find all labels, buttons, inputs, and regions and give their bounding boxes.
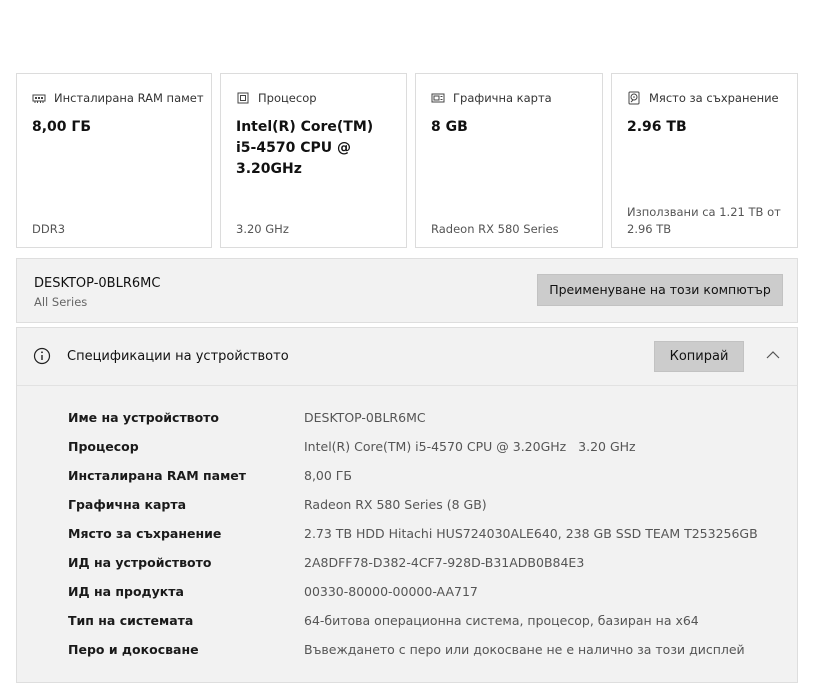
spec-label: Име на устройството [68,410,220,425]
spec-label: ИД на устройството [68,555,212,570]
card-value: Intel(R) Core(TM) i5-4570 CPU @ 3.20GHz [236,119,374,177]
card-graphics: Графична карта 8 GB Radeon RX 580 Series [415,73,603,248]
storage-icon [628,91,640,105]
chevron-up-icon[interactable] [765,350,781,360]
spec-row-ram: Инсталирана RAM памет 8,00 ГБ [17,468,797,488]
spec-value: 8,00 ГБ [304,468,353,483]
processor-icon [237,92,249,104]
spec-label: Графична карта [68,497,187,512]
card-storage: Място за съхранение 2.96 TB Използвани с… [611,73,798,248]
card-value: 8 GB [431,119,468,135]
device-specs-title: Спецификации на устройството [67,349,289,364]
card-footer: DDR3 [32,222,66,236]
card-title: Място за съхранение [649,91,779,105]
device-specs-header[interactable]: Спецификации на устройството Копирай [17,328,797,386]
spec-row-device-name: Име на устройството DESKTOP-0BLR6MC [17,410,797,430]
spec-value: 64-битова операционна система, процесор,… [304,613,699,628]
spec-label: Процесор [68,439,139,454]
spec-row-processor: Процесор Intel(R) Core(TM) i5-4570 CPU @… [17,439,797,459]
spec-label: Тип на системата [68,613,194,628]
device-specs-panel: Спецификации на устройството Копирай Име… [16,327,798,683]
spec-row-device-id: ИД на устройството 2A8DFF78-D382-4CF7-92… [17,555,797,575]
card-title: Графична карта [453,91,552,105]
computer-model: All Series [34,295,88,309]
spec-label: Перо и докосване [68,642,199,657]
spec-row-system-type: Тип на системата 64-битова операционна с… [17,613,797,633]
copy-button[interactable]: Копирай [654,341,744,372]
card-footer: Radeon RX 580 Series [431,222,559,236]
spec-label: Място за съхранение [68,526,222,541]
card-footer: Използвани са 1.21 TB от 2.96 TB [627,205,781,236]
computer-name: DESKTOP-0BLR6MC [34,276,161,291]
ram-icon [32,94,46,103]
card-value: 2.96 TB [627,119,687,135]
card-title: Процесор [258,91,317,105]
spec-label: Инсталирана RAM памет [68,468,247,483]
spec-value: Въвеждането с перо или докосване не е на… [304,642,745,657]
spec-cards: Инсталирана RAM памет 8,00 ГБ DDR3 Проце… [16,73,798,250]
card-processor: Процесор Intel(R) Core(TM) i5-4570 CPU @… [220,73,407,248]
spec-value: Intel(R) Core(TM) i5-4570 CPU @ 3.20GHz … [304,439,636,454]
about-page: Инсталирана RAM памет 8,00 ГБ DDR3 Проце… [0,0,813,683]
card-ram: Инсталирана RAM памет 8,00 ГБ DDR3 [16,73,212,248]
spec-value: 2A8DFF78-D382-4CF7-928D-B31ADB0B84E3 [304,555,585,570]
spec-value: 2.73 TB HDD Hitachi HUS724030ALE640, 238… [304,526,758,541]
spec-value: DESKTOP-0BLR6MC [304,410,426,425]
spec-label: ИД на продукта [68,584,184,599]
graphics-card-icon [431,93,445,103]
card-value: 8,00 ГБ [32,119,92,135]
card-footer: 3.20 GHz [236,222,289,236]
spec-row-storage: Място за съхранение 2.73 TB HDD Hitachi … [17,526,797,546]
spec-row-graphics: Графична карта Radeon RX 580 Series (8 G… [17,497,797,517]
info-icon [33,347,51,365]
computer-name-bar: DESKTOP-0BLR6MC All Series Преименуване … [16,258,798,323]
spec-row-pen-touch: Перо и докосване Въвеждането с перо или … [17,642,797,662]
card-title: Инсталирана RAM памет [54,91,204,105]
spec-row-product-id: ИД на продукта 00330-80000-00000-AA717 [17,584,797,604]
spec-value: 00330-80000-00000-AA717 [304,584,478,599]
rename-pc-button[interactable]: Преименуване на този компютър [537,274,783,306]
spec-value: Radeon RX 580 Series (8 GB) [304,497,487,512]
